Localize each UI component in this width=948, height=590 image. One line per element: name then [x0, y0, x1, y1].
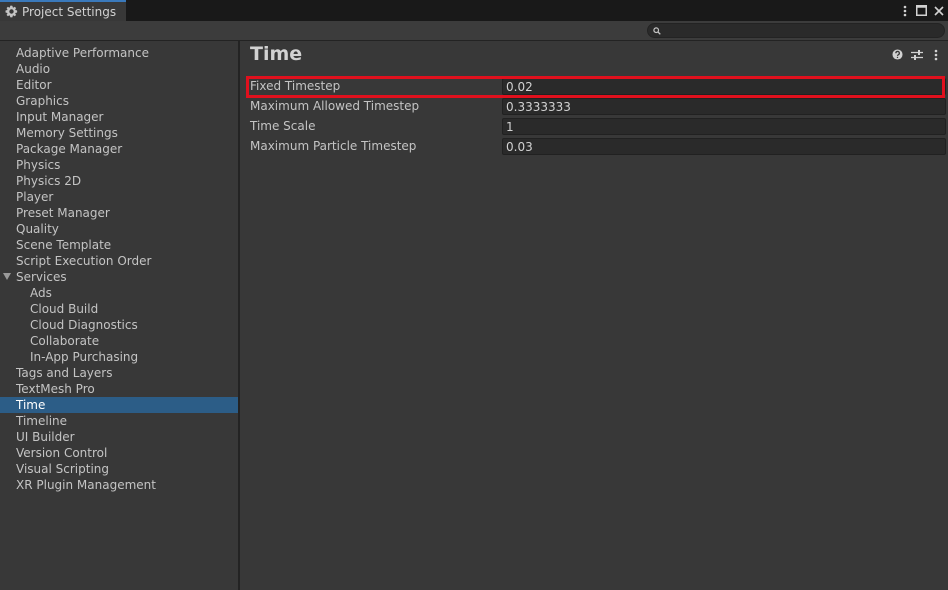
sidebar-item-label: In-App Purchasing	[30, 350, 139, 364]
sidebar-item-label: Services	[16, 270, 67, 284]
sidebar-item-label: Physics	[16, 158, 61, 172]
sidebar-item-version-control[interactable]: Version Control	[0, 445, 238, 461]
toolbar	[0, 21, 948, 41]
maximum-allowed-timestep-field[interactable]	[502, 98, 946, 115]
settings-content: Time Fixed Timestep Maximum Allowed Times…	[240, 41, 948, 590]
sidebar-item-label: Time	[16, 398, 46, 412]
property-label: Maximum Particle Timestep	[250, 139, 417, 153]
sidebar-item-timeline[interactable]: Timeline	[0, 413, 238, 429]
fixed-timestep-field[interactable]	[502, 78, 946, 95]
sidebar-item-label: Package Manager	[16, 142, 123, 156]
sidebar-item-label: Cloud Diagnostics	[30, 318, 138, 332]
sidebar-item-cloud-diagnostics[interactable]: Cloud Diagnostics	[0, 317, 238, 333]
sidebar-item-label: Tags and Layers	[16, 366, 113, 380]
sidebar-item-audio[interactable]: Audio	[0, 61, 238, 77]
property-row-maximum-particle-timestep: Maximum Particle Timestep	[248, 137, 946, 157]
sidebar-item-services[interactable]: Services	[0, 269, 238, 285]
time-properties: Fixed Timestep Maximum Allowed Timestep Ti…	[246, 76, 946, 157]
project-settings-window: Project Settings Adaptive Performance Aud…	[0, 0, 948, 590]
sidebar-item-collaborate[interactable]: Collaborate	[0, 333, 238, 349]
sidebar-item-label: Quality	[16, 222, 59, 236]
sidebar-item-label: Timeline	[16, 414, 68, 428]
sidebar-item-graphics[interactable]: Graphics	[0, 93, 238, 109]
tab-title: Project Settings	[22, 4, 117, 19]
sidebar-item-label: Input Manager	[16, 110, 104, 124]
page-title: Time	[250, 43, 303, 65]
sidebar-item-script-execution-order[interactable]: Script Execution Order	[0, 253, 238, 269]
sidebar-item-label: Graphics	[16, 94, 69, 108]
sidebar-item-label: Scene Template	[16, 238, 112, 252]
sidebar-item-label: Collaborate	[30, 334, 100, 348]
sidebar-item-label: Script Execution Order	[16, 254, 152, 268]
sidebar-item-physics-2d[interactable]: Physics 2D	[0, 173, 238, 189]
sidebar-item-label: Physics 2D	[16, 174, 82, 188]
sidebar-item-preset-manager[interactable]: Preset Manager	[0, 205, 238, 221]
sidebar-item-memory-settings[interactable]: Memory Settings	[0, 125, 238, 141]
sidebar-item-label: XR Plugin Management	[16, 478, 156, 492]
sidebar-item-label: Ads	[30, 286, 52, 300]
sidebar-item-visual-scripting[interactable]: Visual Scripting	[0, 461, 238, 477]
sidebar-item-label: TextMesh Pro	[16, 382, 95, 396]
foldout-arrow-icon[interactable]	[3, 273, 11, 280]
gear-icon	[5, 5, 18, 18]
header-icons	[891, 48, 942, 61]
property-label: Time Scale	[250, 119, 316, 133]
property-row-time-scale: Time Scale	[248, 117, 946, 137]
time-scale-field[interactable]	[502, 118, 946, 135]
sidebar-item-label: Cloud Build	[30, 302, 99, 316]
sidebar-item-time[interactable]: Time	[0, 397, 238, 413]
sidebar-item-textmesh-pro[interactable]: TextMesh Pro	[0, 381, 238, 397]
sidebar-item-in-app-purchasing[interactable]: In-App Purchasing	[0, 349, 238, 365]
property-row-fixed-timestep: Fixed Timestep	[246, 76, 946, 98]
settings-nav-list: Adaptive Performance Audio Editor Graphics I…	[0, 41, 238, 493]
kebab-menu-icon[interactable]	[898, 3, 911, 18]
maximize-icon[interactable]	[915, 3, 928, 18]
sidebar-item-cloud-build[interactable]: Cloud Build	[0, 301, 238, 317]
help-icon[interactable]	[891, 48, 904, 61]
sidebar-item-label: Editor	[16, 78, 52, 92]
close-icon[interactable]	[932, 3, 945, 18]
window-controls	[898, 2, 945, 19]
sidebar-item-adaptive-performance[interactable]: Adaptive Performance	[0, 45, 238, 61]
sidebar-item-label: Player	[16, 190, 54, 204]
maximum-particle-timestep-field[interactable]	[502, 138, 946, 155]
sidebar-item-xr-plugin-management[interactable]: XR Plugin Management	[0, 477, 238, 493]
sidebar-item-input-manager[interactable]: Input Manager	[0, 109, 238, 125]
sidebar-item-label: UI Builder	[16, 430, 75, 444]
sidebar-item-editor[interactable]: Editor	[0, 77, 238, 93]
tab-bar: Project Settings	[0, 0, 948, 21]
sidebar-item-label: Visual Scripting	[16, 462, 109, 476]
search-input[interactable]	[661, 24, 944, 37]
property-label: Maximum Allowed Timestep	[250, 99, 420, 113]
sidebar-item-label: Version Control	[16, 446, 108, 460]
tab-project-settings[interactable]: Project Settings	[0, 0, 126, 21]
sidebar-item-scene-template[interactable]: Scene Template	[0, 237, 238, 253]
sidebar-item-package-manager[interactable]: Package Manager	[0, 141, 238, 157]
sidebar-item-tags-and-layers[interactable]: Tags and Layers	[0, 365, 238, 381]
property-row-maximum-allowed-timestep: Maximum Allowed Timestep	[248, 97, 946, 117]
search-icon	[653, 24, 661, 38]
sidebar-item-label: Preset Manager	[16, 206, 110, 220]
sidebar-item-quality[interactable]: Quality	[0, 221, 238, 237]
sidebar-item-physics[interactable]: Physics	[0, 157, 238, 173]
search-box[interactable]	[647, 23, 945, 38]
sidebar-item-ui-builder[interactable]: UI Builder	[0, 429, 238, 445]
settings-sidebar: Adaptive Performance Audio Editor Graphics I…	[0, 41, 238, 590]
property-label: Fixed Timestep	[250, 79, 341, 93]
sidebar-item-ads[interactable]: Ads	[0, 285, 238, 301]
sidebar-item-label: Audio	[16, 62, 51, 76]
sidebar-item-player[interactable]: Player	[0, 189, 238, 205]
kebab-menu-icon[interactable]	[929, 48, 942, 61]
sidebar-item-label: Adaptive Performance	[16, 46, 149, 60]
sidebar-item-label: Memory Settings	[16, 126, 118, 140]
preset-sliders-icon[interactable]	[910, 48, 923, 61]
